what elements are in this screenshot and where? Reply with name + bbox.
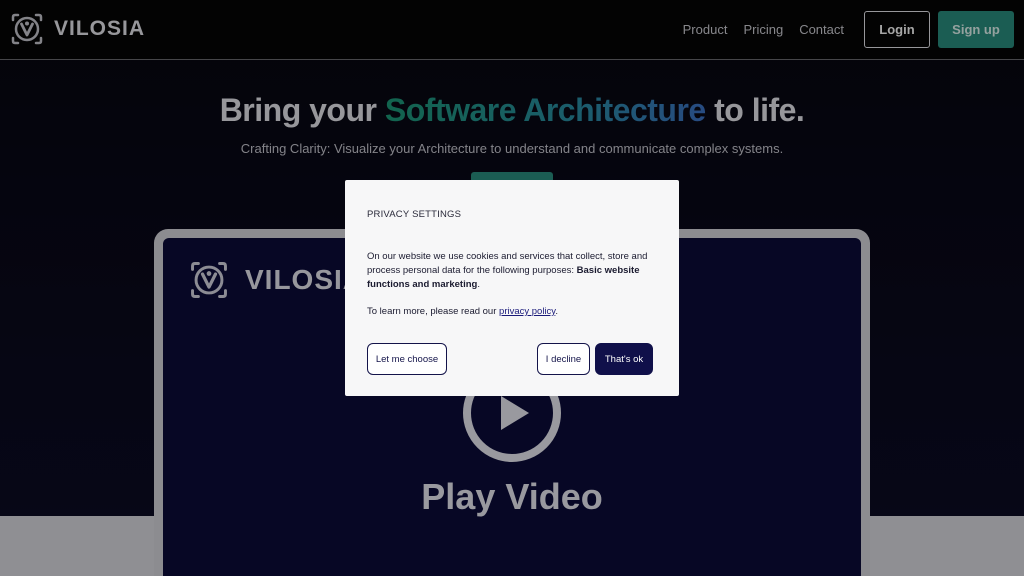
privacy-settings-dialog: PRIVACY SETTINGS On our website we use c… [345, 180, 679, 396]
dialog-body-end: . [477, 279, 480, 290]
privacy-policy-link[interactable]: privacy policy [499, 306, 555, 317]
dialog-title: PRIVACY SETTINGS [367, 209, 462, 220]
let-me-choose-button[interactable]: Let me choose [367, 343, 447, 375]
decline-button[interactable]: I decline [537, 343, 590, 375]
dialog-body: On our website we use cookies and servic… [367, 250, 661, 292]
dialog-learn-more: To learn more, please read our privacy p… [367, 306, 558, 317]
learn-more-end: . [555, 306, 558, 317]
learn-more-text: To learn more, please read our [367, 306, 500, 317]
accept-button[interactable]: That's ok [595, 343, 653, 375]
